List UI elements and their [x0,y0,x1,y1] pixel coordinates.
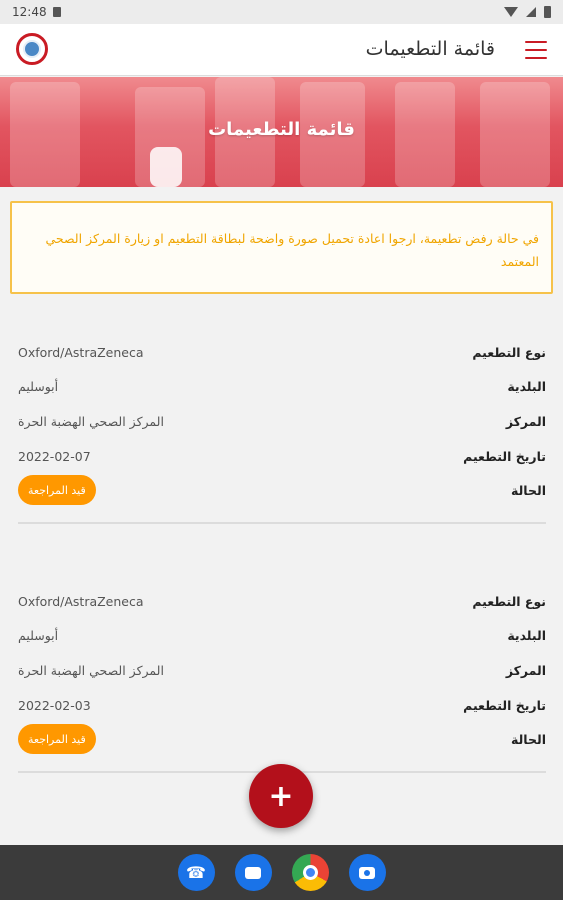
vaccine-type-value: Oxford/AstraZeneca [18,594,144,609]
municipality-row: البلدية أبوسليم [18,628,546,648]
status-badge: قيد المراجعة [18,724,96,754]
municipality-value: أبوسليم [18,628,59,643]
vaccine-type-row: نوع التطعيم Oxford/AstraZeneca [18,345,546,365]
page-title: قائمة التطعيمات [365,38,495,60]
center-label: المركز [505,414,546,429]
camera-icon[interactable] [348,854,386,891]
status-row: الحالة قيد المراجعة [18,475,546,505]
status-bar: 12:48 [0,0,563,24]
wifi-icon [504,7,518,17]
date-value: 2022-02-03 [18,698,91,713]
center-row: المركز المركز الصحي الهضبة الحرة [18,414,546,434]
app-bar: قائمة التطعيمات [0,24,563,76]
vaccine-type-row: نوع التطعيم Oxford/AstraZeneca [18,594,546,614]
divider [18,522,546,524]
vaccine-type-label: نوع التطعيم [472,594,546,609]
rejection-notice: في حالة رفض تطعيمة، ارجوا اعادة تحميل صو… [10,201,553,294]
signal-icon [526,7,536,17]
phone-icon[interactable]: ☎ [177,854,215,891]
status-badge: قيد المراجعة [18,475,96,505]
vaccine-type-value: Oxford/AstraZeneca [18,345,144,360]
municipality-value: أبوسليم [18,379,59,394]
hamburger-menu-icon[interactable] [525,41,547,59]
status-time: 12:48 [12,5,47,19]
sd-card-icon [52,7,61,17]
status-icons [504,6,551,18]
center-label: المركز [505,663,546,678]
app-dock: ☎ [0,845,563,900]
banner-title: قائمة التطعيمات [208,119,355,140]
status-label: الحالة [511,483,546,498]
center-value: المركز الصحي الهضبة الحرة [18,414,164,429]
date-row: تاريخ التطعيم 2022-02-03 [18,698,546,718]
status-label: الحالة [511,732,546,747]
add-vaccination-button[interactable]: + [249,764,313,828]
battery-icon [544,6,551,18]
center-row: المركز المركز الصحي الهضبة الحرة [18,663,546,683]
date-label: تاريخ التطعيم [463,698,546,713]
chrome-icon[interactable] [291,854,329,891]
vaccine-type-label: نوع التطعيم [472,345,546,360]
center-value: المركز الصحي الهضبة الحرة [18,663,164,678]
municipality-row: البلدية أبوسليم [18,379,546,399]
messages-icon[interactable] [234,854,272,891]
date-label: تاريخ التطعيم [463,449,546,464]
date-value: 2022-02-07 [18,449,91,464]
status-row: الحالة قيد المراجعة [18,724,546,754]
header-banner: قائمة التطعيمات [0,77,563,187]
app-logo [16,33,48,65]
date-row: تاريخ التطعيم 2022-02-07 [18,449,546,469]
municipality-label: البلدية [507,628,546,643]
municipality-label: البلدية [507,379,546,394]
